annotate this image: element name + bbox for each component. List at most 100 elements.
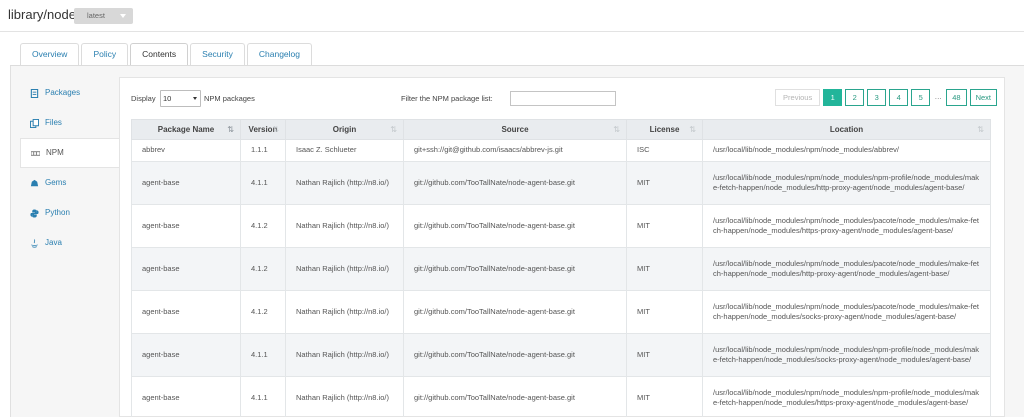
tab-policy[interactable]: Policy — [81, 43, 129, 66]
files-icon — [30, 118, 39, 128]
cell-version: 4.1.1 — [240, 376, 286, 417]
tab-changelog[interactable]: Changelog — [246, 43, 312, 66]
tag-dropdown-value: latest — [87, 11, 105, 20]
cell-package-name: agent-base — [131, 161, 241, 205]
column-header-origin[interactable]: Origin ⇅ — [285, 119, 404, 140]
table-header-row: Package Name ⇅ Version ⇅ Origin ⇅ Source ⇅ L… — [131, 119, 991, 140]
cell-version: 4.1.2 — [240, 247, 286, 291]
column-header-label: Package Name — [157, 125, 215, 134]
page-size-select[interactable]: 10 — [160, 90, 201, 107]
sidebar-item-files[interactable]: Files — [20, 108, 119, 138]
tab-bar: Overview Policy Contents Security Change… — [20, 43, 314, 66]
pagination: Previous 1 2 3 4 5 … 48 Next — [772, 89, 997, 106]
column-header-package-name[interactable]: Package Name ⇅ — [131, 119, 241, 140]
cell-license: MIT — [626, 247, 703, 291]
sidebar-item-java[interactable]: Java — [20, 228, 119, 258]
cell-license: ISC — [626, 139, 703, 162]
cell-location: /usr/local/lib/node_modules/npm/node_mod… — [702, 290, 991, 334]
cell-version: 1.1.1 — [240, 139, 286, 162]
cell-version: 4.1.1 — [240, 161, 286, 205]
pagination-ellipsis: … — [933, 89, 944, 106]
table-controls: Display 10 NPM packages Filter the NPM p… — [131, 89, 997, 109]
cell-origin: Isaac Z. Schlueter — [285, 139, 404, 162]
title-bar: library/node latest — [0, 0, 1024, 32]
cell-license: MIT — [626, 161, 703, 205]
sidebar-item-label: Packages — [45, 88, 81, 97]
sort-icon: ⇅ — [689, 125, 696, 134]
cell-license: MIT — [626, 290, 703, 334]
cell-origin: Nathan Rajlich (http://n8.io/) — [285, 376, 404, 417]
cell-origin: Nathan Rajlich (http://n8.io/) — [285, 333, 404, 377]
cell-source: git://github.com/TooTallNate/node-agent-… — [403, 247, 627, 291]
sidebar-item-label: Files — [45, 118, 62, 127]
column-header-location[interactable]: Location ⇅ — [702, 119, 991, 140]
python-icon — [30, 208, 39, 218]
cell-source: git://github.com/TooTallNate/node-agent-… — [403, 290, 627, 334]
cell-version: 4.1.1 — [240, 333, 286, 377]
caret-down-icon — [120, 14, 126, 18]
page-button-2[interactable]: 2 — [845, 89, 865, 106]
sort-alpha-icon: ⇅ — [227, 125, 234, 134]
cell-origin: Nathan Rajlich (http://n8.io/) — [285, 247, 404, 291]
page-button-3[interactable]: 3 — [867, 89, 887, 106]
sidebar-item-python[interactable]: Python — [20, 198, 119, 228]
cell-origin: Nathan Rajlich (http://n8.io/) — [285, 204, 404, 248]
repo-name: library/node — [8, 7, 76, 22]
sort-icon: ⇅ — [613, 125, 620, 134]
cell-package-name: agent-base — [131, 376, 241, 417]
filter-label: Filter the NPM package list: — [401, 94, 493, 103]
sidebar-item-npm[interactable]: NPM — [20, 138, 119, 168]
cell-package-name: agent-base — [131, 247, 241, 291]
npm-packages-table: Package Name ⇅ Version ⇅ Origin ⇅ Source ⇅ L… — [131, 119, 991, 417]
cell-package-name: agent-base — [131, 333, 241, 377]
packages-icon — [30, 88, 39, 98]
cell-location: /usr/local/lib/node_modules/npm/node_mod… — [702, 204, 991, 248]
table-row: agent-base 4.1.2 Nathan Rajlich (http://… — [131, 247, 991, 291]
sort-icon: ⇅ — [977, 125, 984, 134]
cell-version: 4.1.2 — [240, 204, 286, 248]
tab-contents[interactable]: Contents — [130, 43, 189, 66]
page-button-5[interactable]: 5 — [911, 89, 931, 106]
column-header-label: License — [649, 125, 680, 134]
cell-source: git://github.com/TooTallNate/node-agent-… — [403, 333, 627, 377]
sidebar-item-gems[interactable]: Gems — [20, 168, 119, 198]
previous-page-button[interactable]: Previous — [775, 89, 821, 106]
column-header-source[interactable]: Source ⇅ — [403, 119, 627, 140]
table-row: agent-base 4.1.2 Nathan Rajlich (http://… — [131, 204, 991, 248]
sidebar-item-label: NPM — [46, 148, 64, 157]
sidebar-item-label: Java — [45, 238, 62, 247]
cell-location: /usr/local/lib/node_modules/npm/node_mod… — [702, 333, 991, 377]
page-size-value: 10 — [163, 94, 172, 103]
sort-icon: ⇅ — [272, 125, 279, 134]
cell-license: MIT — [626, 204, 703, 248]
page-button-1[interactable]: 1 — [823, 89, 843, 106]
cell-source: git+ssh://git@github.com/isaacs/abbrev-j… — [403, 139, 627, 162]
page-button-4[interactable]: 4 — [889, 89, 909, 106]
cell-location: /usr/local/lib/node_modules/npm/node_mod… — [702, 247, 991, 291]
tab-overview[interactable]: Overview — [20, 43, 80, 66]
table-row: agent-base 4.1.1 Nathan Rajlich (http://… — [131, 333, 991, 377]
sort-icon: ⇅ — [390, 125, 397, 134]
table-row: abbrev 1.1.1 Isaac Z. Schlueter git+ssh:… — [131, 139, 991, 162]
filter-input[interactable] — [510, 91, 616, 106]
display-label: Display — [131, 94, 156, 103]
npm-packages-panel: Display 10 NPM packages Filter the NPM p… — [119, 77, 1005, 417]
page-button-last[interactable]: 48 — [946, 89, 967, 106]
sidebar-item-label: Gems — [45, 178, 67, 187]
table-row: agent-base 4.1.1 Nathan Rajlich (http://… — [131, 161, 991, 205]
tag-dropdown[interactable]: latest — [74, 8, 133, 24]
sidebar-item-packages[interactable]: Packages — [20, 78, 119, 108]
cell-version: 4.1.2 — [240, 290, 286, 334]
next-page-button[interactable]: Next — [969, 89, 997, 106]
cell-location: /usr/local/lib/node_modules/npm/node_mod… — [702, 161, 991, 205]
contents-sidebar: Packages Files NPM Gems Python Java — [20, 78, 119, 258]
cell-source: git://github.com/TooTallNate/node-agent-… — [403, 376, 627, 417]
column-header-label: Location — [829, 125, 864, 134]
tab-security[interactable]: Security — [190, 43, 245, 66]
column-header-version[interactable]: Version ⇅ — [240, 119, 286, 140]
cell-origin: Nathan Rajlich (http://n8.io/) — [285, 290, 404, 334]
cell-source: git://github.com/TooTallNate/node-agent-… — [403, 161, 627, 205]
table-row: agent-base 4.1.1 Nathan Rajlich (http://… — [131, 376, 991, 417]
column-header-license[interactable]: License ⇅ — [626, 119, 703, 140]
java-icon — [31, 238, 38, 248]
